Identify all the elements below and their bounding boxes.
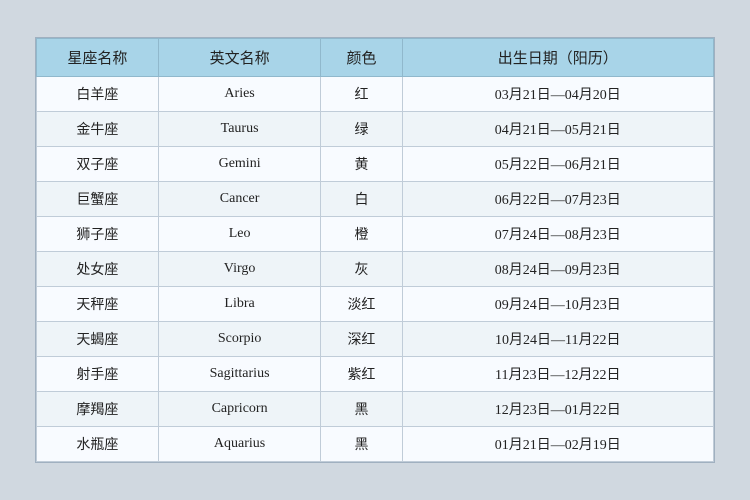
cell-r4-c2: 橙 [321, 217, 402, 252]
table-row: 摩羯座Capricorn黑12月23日—01月22日 [37, 392, 714, 427]
cell-r0-c2: 红 [321, 77, 402, 112]
cell-r6-c3: 09月24日—10月23日 [402, 287, 713, 322]
table-row: 天蝎座Scorpio深红10月24日—11月22日 [37, 322, 714, 357]
cell-r3-c3: 06月22日—07月23日 [402, 182, 713, 217]
cell-r6-c2: 淡红 [321, 287, 402, 322]
cell-r8-c2: 紫红 [321, 357, 402, 392]
cell-r5-c3: 08月24日—09月23日 [402, 252, 713, 287]
cell-r6-c1: Libra [158, 287, 320, 322]
table-body: 白羊座Aries红03月21日—04月20日金牛座Taurus绿04月21日—0… [37, 77, 714, 462]
cell-r8-c3: 11月23日—12月22日 [402, 357, 713, 392]
cell-r6-c0: 天秤座 [37, 287, 159, 322]
cell-r0-c1: Aries [158, 77, 320, 112]
cell-r4-c1: Leo [158, 217, 320, 252]
cell-r7-c0: 天蝎座 [37, 322, 159, 357]
cell-r4-c0: 狮子座 [37, 217, 159, 252]
cell-r3-c1: Cancer [158, 182, 320, 217]
cell-r1-c3: 04月21日—05月21日 [402, 112, 713, 147]
cell-r7-c1: Scorpio [158, 322, 320, 357]
header-chinese-name: 星座名称 [37, 39, 159, 77]
cell-r10-c0: 水瓶座 [37, 427, 159, 462]
cell-r0-c3: 03月21日—04月20日 [402, 77, 713, 112]
cell-r2-c2: 黄 [321, 147, 402, 182]
cell-r5-c0: 处女座 [37, 252, 159, 287]
cell-r1-c1: Taurus [158, 112, 320, 147]
table-row: 射手座Sagittarius紫红11月23日—12月22日 [37, 357, 714, 392]
cell-r9-c1: Capricorn [158, 392, 320, 427]
cell-r10-c3: 01月21日—02月19日 [402, 427, 713, 462]
zodiac-table-container: 星座名称 英文名称 颜色 出生日期（阳历） 白羊座Aries红03月21日—04… [35, 37, 715, 463]
cell-r2-c0: 双子座 [37, 147, 159, 182]
table-row: 处女座Virgo灰08月24日—09月23日 [37, 252, 714, 287]
cell-r10-c2: 黑 [321, 427, 402, 462]
cell-r9-c3: 12月23日—01月22日 [402, 392, 713, 427]
cell-r7-c3: 10月24日—11月22日 [402, 322, 713, 357]
cell-r0-c0: 白羊座 [37, 77, 159, 112]
table-row: 巨蟹座Cancer白06月22日—07月23日 [37, 182, 714, 217]
cell-r9-c2: 黑 [321, 392, 402, 427]
zodiac-table: 星座名称 英文名称 颜色 出生日期（阳历） 白羊座Aries红03月21日—04… [36, 38, 714, 462]
cell-r2-c3: 05月22日—06月21日 [402, 147, 713, 182]
table-row: 金牛座Taurus绿04月21日—05月21日 [37, 112, 714, 147]
cell-r9-c0: 摩羯座 [37, 392, 159, 427]
cell-r1-c0: 金牛座 [37, 112, 159, 147]
header-color: 颜色 [321, 39, 402, 77]
table-row: 白羊座Aries红03月21日—04月20日 [37, 77, 714, 112]
header-birth-date: 出生日期（阳历） [402, 39, 713, 77]
cell-r7-c2: 深红 [321, 322, 402, 357]
table-row: 天秤座Libra淡红09月24日—10月23日 [37, 287, 714, 322]
cell-r10-c1: Aquarius [158, 427, 320, 462]
cell-r8-c1: Sagittarius [158, 357, 320, 392]
table-row: 狮子座Leo橙07月24日—08月23日 [37, 217, 714, 252]
cell-r8-c0: 射手座 [37, 357, 159, 392]
cell-r1-c2: 绿 [321, 112, 402, 147]
cell-r2-c1: Gemini [158, 147, 320, 182]
cell-r3-c0: 巨蟹座 [37, 182, 159, 217]
table-header-row: 星座名称 英文名称 颜色 出生日期（阳历） [37, 39, 714, 77]
cell-r3-c2: 白 [321, 182, 402, 217]
header-english-name: 英文名称 [158, 39, 320, 77]
cell-r4-c3: 07月24日—08月23日 [402, 217, 713, 252]
cell-r5-c2: 灰 [321, 252, 402, 287]
table-row: 双子座Gemini黄05月22日—06月21日 [37, 147, 714, 182]
cell-r5-c1: Virgo [158, 252, 320, 287]
table-row: 水瓶座Aquarius黑01月21日—02月19日 [37, 427, 714, 462]
